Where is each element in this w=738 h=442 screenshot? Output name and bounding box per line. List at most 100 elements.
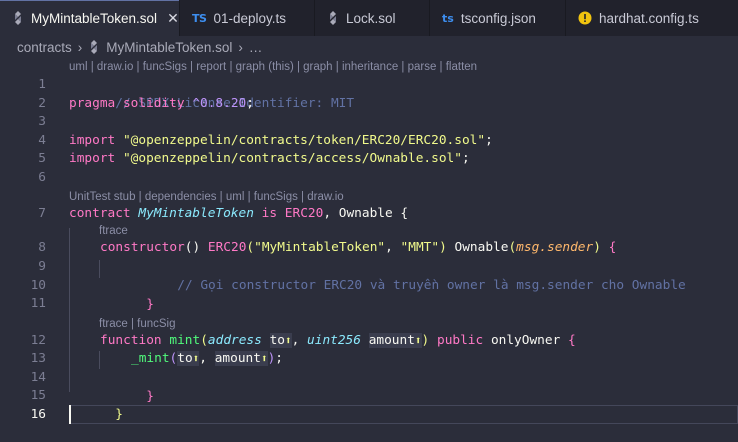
line-number: 13 — [30, 351, 46, 366]
tab-tsconfig[interactable]: ts tsconfig.json — [430, 0, 566, 36]
punctuation: , — [323, 206, 339, 221]
contract-name: MyMintableToken — [138, 206, 254, 221]
close-icon[interactable]: ✕ — [167, 10, 179, 27]
breadcrumb-file[interactable]: MyMintableToken.sol — [106, 40, 232, 55]
tab-mymintabletoken[interactable]: MyMintableToken.sol ✕ — [0, 0, 180, 36]
keyword: solidity — [122, 96, 185, 111]
tab-bar: MyMintableToken.sol ✕ TS 01-deploy.ts Lo… — [0, 0, 738, 36]
base-contract: Ownable — [338, 206, 393, 221]
brace: { — [600, 240, 617, 255]
bracket: ( — [246, 240, 255, 255]
version: ^0.8.20 — [192, 96, 247, 111]
param-marker-icon: ⬆ — [284, 334, 292, 347]
solidity-icon — [12, 11, 24, 25]
keyword: public — [436, 333, 484, 348]
type: address — [207, 333, 262, 348]
punctuation: ; — [275, 351, 284, 366]
tsconfig-icon: ts — [442, 11, 454, 25]
code-area[interactable]: uml | draw.io | funcSigs | report | grap… — [0, 58, 738, 442]
punctuation: , — [385, 240, 401, 255]
line-number: 16 — [30, 407, 46, 422]
brace: } — [146, 389, 154, 404]
comment: // Gọi constructor ERC20 và truyền owner… — [177, 278, 686, 293]
param-marker-icon: ⬆ — [414, 334, 422, 347]
code-line-10: } — [100, 276, 154, 312]
brace: { — [560, 333, 576, 348]
keyword: import — [69, 151, 116, 166]
code-line-8: constructor() ERC20("MyMintableToken", "… — [100, 238, 616, 257]
tab-label: hardhat.config.ts — [599, 10, 699, 26]
keyword: constructor — [100, 240, 185, 255]
punctuation: ; — [485, 133, 493, 148]
function-call: _mint — [131, 351, 170, 366]
codelens-contract[interactable]: UnitTest stub | dependencies | uml | fun… — [69, 189, 344, 205]
tab-label: 01-deploy.ts — [213, 10, 286, 26]
indent-guide — [99, 351, 100, 369]
parameter: to⬆ — [269, 333, 292, 348]
tab-hardhat-config[interactable]: hardhat.config.ts — [566, 0, 738, 36]
breadcrumb-symbols[interactable]: … — [249, 40, 263, 55]
punctuation: ; — [461, 151, 470, 166]
code-line-13: _mint(to⬆, amount⬆); — [131, 349, 283, 368]
type: uint256 — [307, 333, 361, 348]
line-number: 10 — [30, 278, 46, 293]
brace: } — [146, 297, 154, 312]
line-number: 1 — [38, 77, 46, 92]
code-line-5: import "@openzeppelin/contracts/access/O… — [69, 149, 470, 168]
line-number: 8 — [38, 240, 46, 255]
code-line-2: pragma solidity ^0.8.20; — [69, 94, 254, 113]
keyword: is — [261, 206, 278, 221]
bracket: ( — [508, 240, 517, 255]
codelens-constructor[interactable]: ftrace — [99, 223, 128, 239]
base-contract: ERC20 — [284, 206, 324, 221]
code-line-4: import "@openzeppelin/contracts/token/ER… — [69, 131, 493, 150]
solidity-icon — [88, 40, 100, 54]
line-number: 5 — [38, 151, 46, 166]
tab-01-deploy[interactable]: TS 01-deploy.ts — [180, 0, 315, 36]
line-number: 12 — [30, 333, 46, 348]
line-number: 15 — [30, 388, 46, 403]
bracket: ( — [200, 333, 208, 348]
keyword: function — [100, 333, 162, 348]
bracket: ) — [439, 240, 447, 255]
modifier: onlyOwner — [490, 333, 561, 348]
call: Ownable — [454, 240, 509, 255]
keyword: pragma — [69, 96, 116, 111]
punctuation: ; — [246, 96, 254, 111]
line-number: 11 — [30, 296, 46, 311]
bracket: ) — [593, 240, 601, 255]
argument: to⬆ — [177, 351, 200, 366]
line-number: 6 — [38, 170, 46, 185]
code-line-1: // SPDX-License-Identifier: MIT — [69, 75, 354, 111]
code-editor: MyMintableToken.sol ✕ TS 01-deploy.ts Lo… — [0, 0, 738, 442]
chevron-right-icon: › — [238, 39, 243, 55]
variable: msg.sender — [516, 240, 594, 255]
line-number: 9 — [38, 259, 46, 274]
tab-label: MyMintableToken.sol — [31, 10, 158, 26]
line-number: 7 — [38, 206, 46, 221]
code-line-12: function mint(address to⬆, uint256 amoun… — [100, 331, 576, 350]
string: "@openzeppelin/contracts/token/ERC20/ERC… — [122, 133, 486, 148]
line-number: 14 — [30, 370, 46, 385]
line-number: 4 — [38, 133, 46, 148]
codelens-header[interactable]: uml | draw.io | funcSigs | report | grap… — [69, 59, 477, 75]
indent-guide — [69, 228, 70, 392]
typescript-icon: TS — [192, 11, 207, 25]
code-line-7: contract MyMintableToken is ERC20, Ownab… — [69, 204, 408, 223]
line-number: 2 — [38, 96, 46, 111]
argument: amount⬆ — [214, 351, 268, 366]
punctuation: () — [184, 240, 201, 255]
string: "@openzeppelin/contracts/access/Ownable.… — [122, 151, 462, 166]
parameter: amount⬆ — [368, 333, 422, 348]
bracket: ) — [421, 333, 430, 348]
call: ERC20 — [207, 240, 247, 255]
code-line-14: } — [100, 368, 154, 404]
breadcrumb: contracts › MyMintableToken.sol › … — [0, 36, 738, 58]
tab-label: tsconfig.json — [460, 10, 536, 26]
tab-label: Lock.sol — [346, 10, 396, 26]
string: "MyMintableToken" — [254, 240, 386, 255]
tab-lock[interactable]: Lock.sol — [315, 0, 430, 36]
chevron-right-icon: › — [77, 39, 83, 55]
breadcrumb-folder[interactable]: contracts — [17, 40, 72, 55]
text-cursor — [69, 405, 71, 424]
